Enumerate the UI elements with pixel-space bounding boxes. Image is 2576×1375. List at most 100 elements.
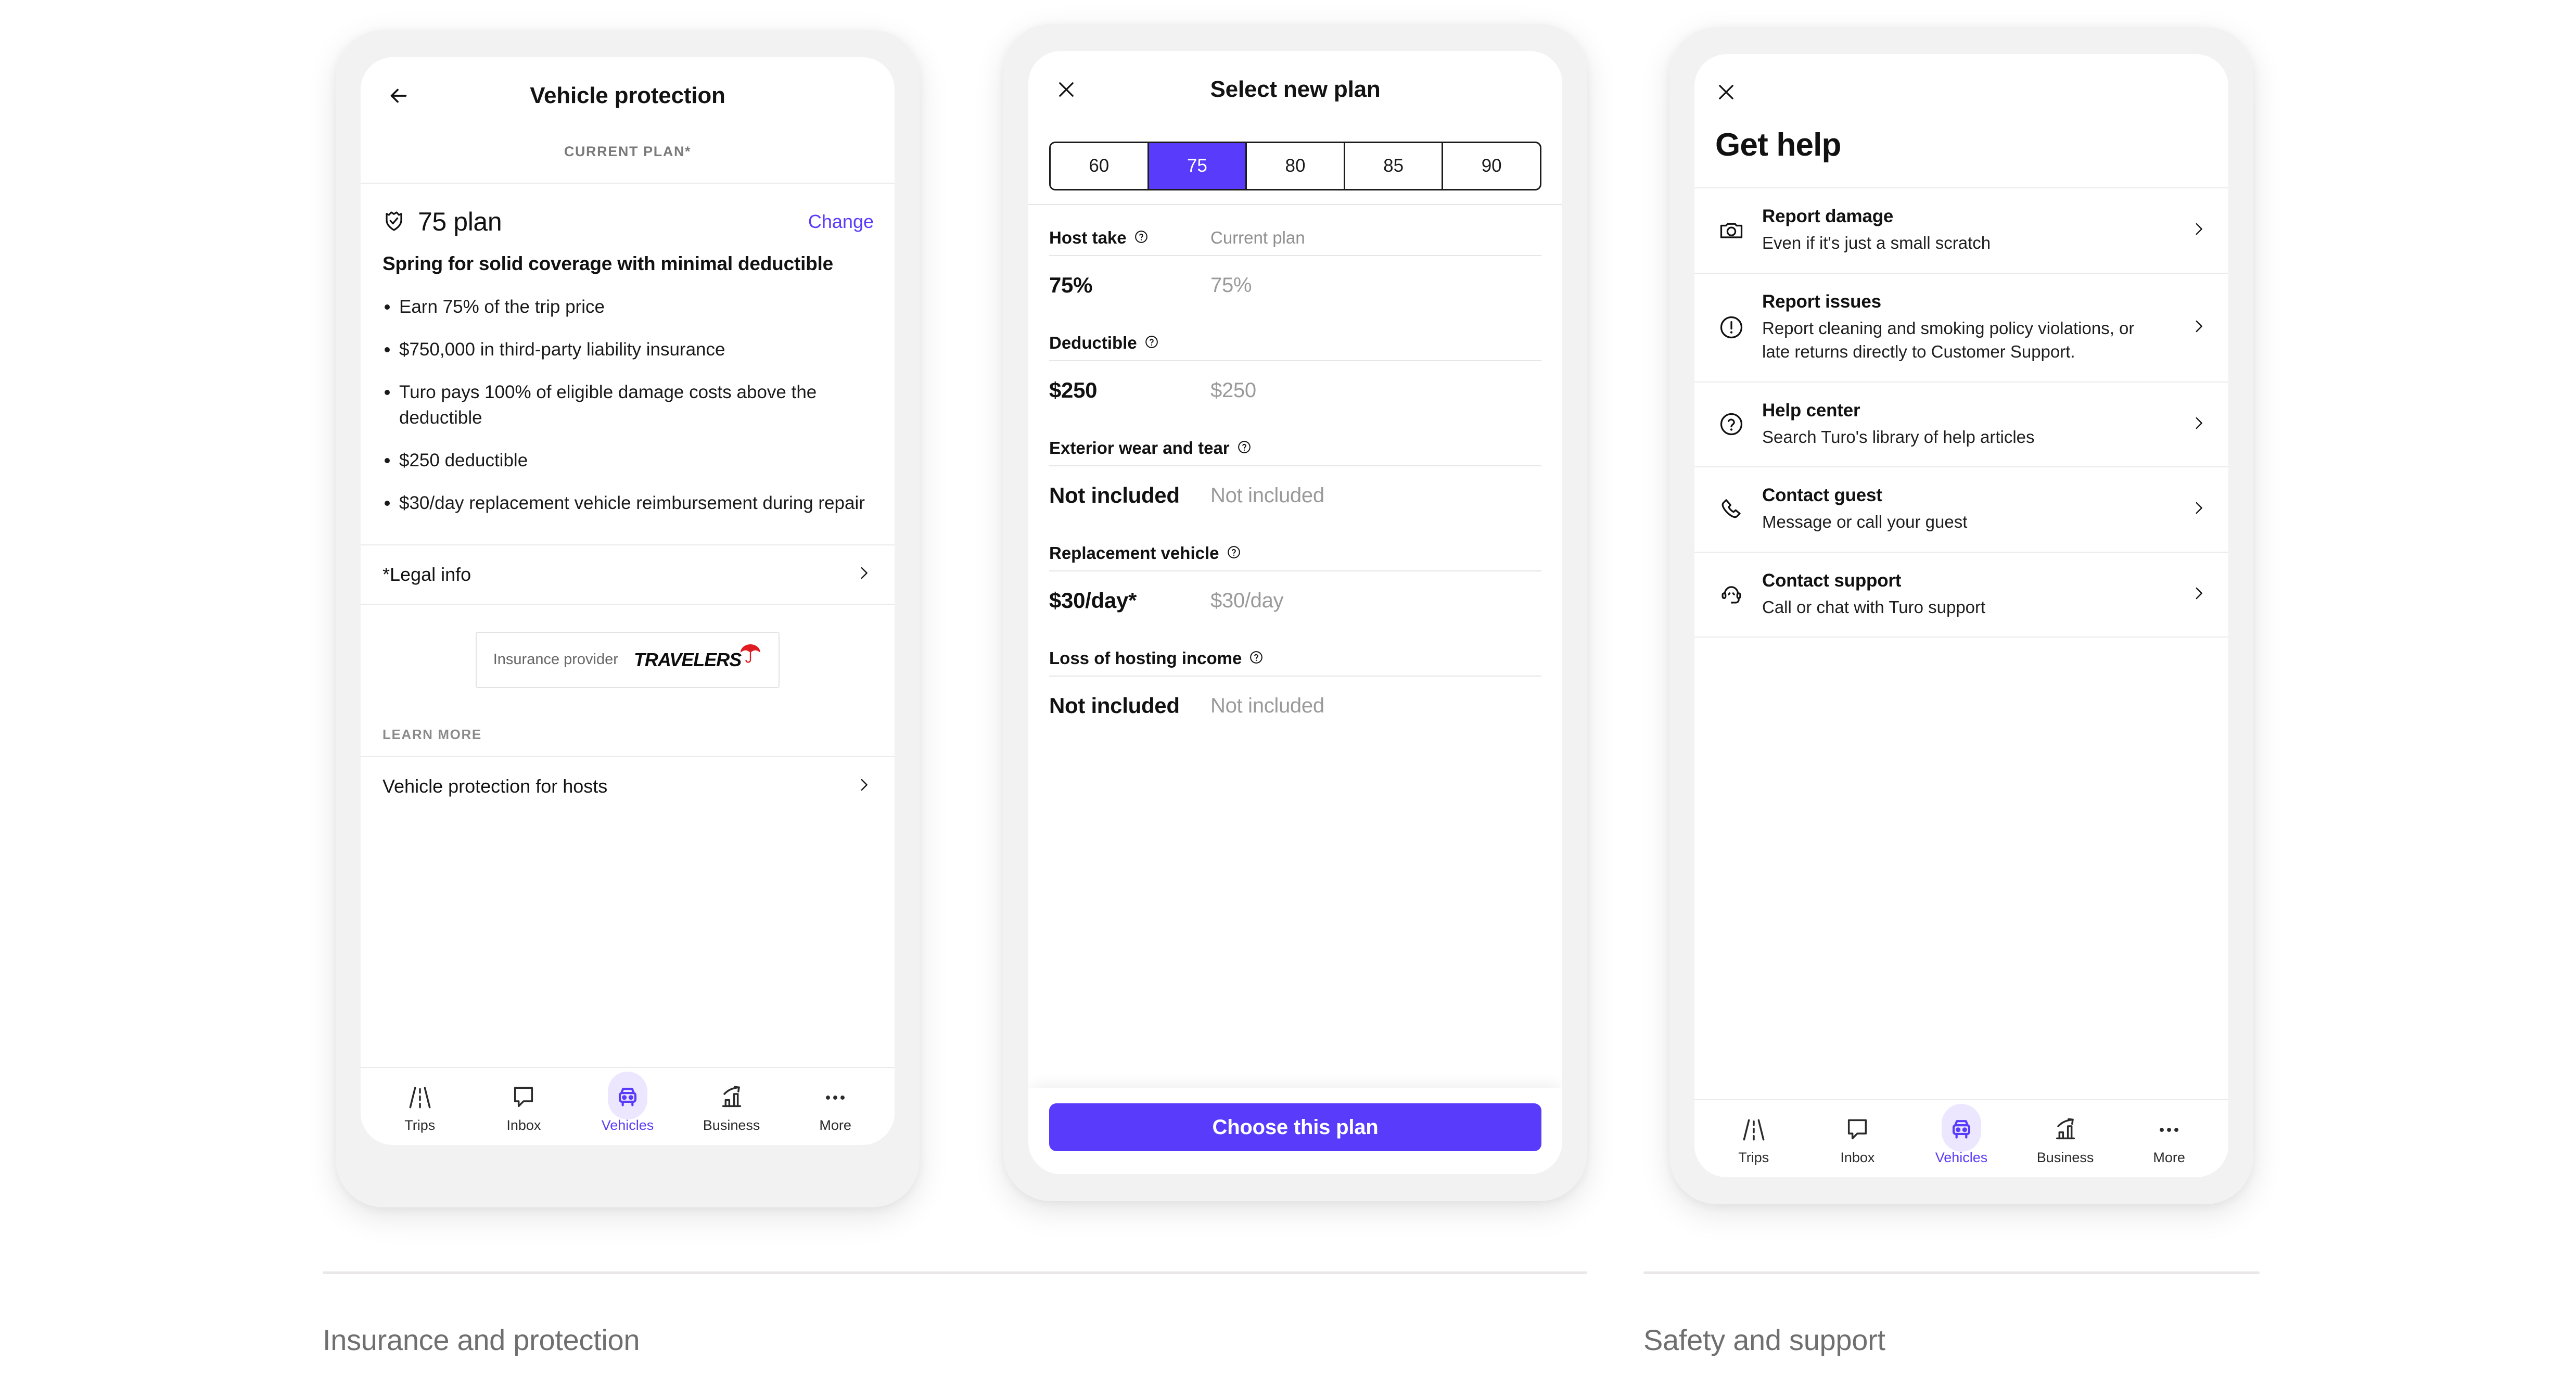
- row-label: Replacement vehicle: [1049, 543, 1219, 563]
- phone-icon: [1715, 496, 1748, 523]
- chevron-right-icon: [2190, 584, 2208, 605]
- caption-insurance-and-protection: Insurance and protection: [323, 1271, 1587, 1357]
- segment-option-60[interactable]: 60: [1051, 143, 1149, 189]
- legal-info-row[interactable]: *Legal info: [361, 545, 895, 604]
- help-options-list: Report damage Even if it's just a small …: [1694, 188, 2228, 1099]
- plan-name: 75 plan: [418, 207, 502, 236]
- caption-safety-and-support: Safety and support: [1643, 1271, 2260, 1357]
- close-x-icon[interactable]: [1051, 74, 1081, 105]
- tab-trips[interactable]: Trips: [1702, 1112, 1806, 1166]
- current-plan-value: 75%: [1210, 273, 1252, 297]
- phone-frame-get-help: Get help Report damage Even if it's just…: [1669, 27, 2253, 1204]
- help-item-contact-guest[interactable]: Contact guest Message or call your guest: [1694, 467, 2228, 553]
- segment-option-75[interactable]: 75: [1149, 143, 1247, 189]
- tab-inbox[interactable]: Inbox: [1806, 1112, 1910, 1166]
- plan-identity: 75 plan: [381, 207, 502, 237]
- tab-label: More: [819, 1117, 851, 1133]
- plan-comparison-list[interactable]: Host take Current plan 75% 75% Deductibl…: [1028, 205, 1562, 1088]
- ellipsis-icon: [2154, 1112, 2184, 1144]
- tab-label: Business: [703, 1117, 760, 1133]
- chat-bubble-icon: [1843, 1112, 1872, 1144]
- headset-agent-icon: [1715, 581, 1748, 608]
- chevron-right-icon: [2190, 220, 2208, 240]
- help-item-title: Contact guest: [1762, 485, 1882, 506]
- tab-label: Trips: [1738, 1149, 1769, 1165]
- bar-chart-arrow-icon: [717, 1080, 746, 1112]
- tab-label: Inbox: [506, 1117, 541, 1133]
- help-item-title: Contact support: [1762, 570, 1902, 591]
- help-item-subtitle: Report cleaning and smoking policy viola…: [1762, 318, 2135, 362]
- question-circle-icon[interactable]: [1227, 545, 1241, 562]
- chevron-right-icon: [855, 776, 873, 796]
- plan-tagline: Spring for solid coverage with minimal d…: [382, 253, 834, 274]
- change-plan-link[interactable]: Change: [808, 211, 874, 233]
- segment-option-90[interactable]: 90: [1443, 143, 1540, 189]
- tab-more[interactable]: More: [783, 1080, 887, 1134]
- vehicle-protection-for-hosts-row[interactable]: Vehicle protection for hosts: [361, 757, 895, 816]
- tab-vehicles[interactable]: Vehicles: [576, 1071, 680, 1134]
- choose-this-plan-button[interactable]: Choose this plan: [1049, 1103, 1541, 1151]
- tab-business[interactable]: Business: [2013, 1112, 2118, 1166]
- screenshot-canvas: Vehicle protection CURRENT PLAN* 75 plan: [0, 0, 2576, 1375]
- plan-benefits-list: Earn 75% of the trip price $750,000 in t…: [361, 277, 895, 534]
- help-item-subtitle: Message or call your guest: [1762, 512, 1968, 532]
- bottom-tab-bar: Trips Inbox Vehicles Business More: [1694, 1099, 2228, 1177]
- current-plan-value: Not included: [1210, 694, 1324, 717]
- new-plan-value: Not included: [1049, 693, 1180, 718]
- row-label: Host take: [1049, 228, 1127, 247]
- help-item-report-damage[interactable]: Report damage Even if it's just a small …: [1694, 188, 2228, 274]
- legal-info-label: *Legal info: [382, 563, 471, 585]
- question-circle-icon[interactable]: [1144, 335, 1159, 352]
- tab-more[interactable]: More: [2117, 1112, 2221, 1166]
- row-label: Loss of hosting income: [1049, 648, 1242, 668]
- tab-label: More: [2153, 1149, 2185, 1165]
- segment-option-85[interactable]: 85: [1345, 143, 1444, 189]
- current-plan-value: $30/day: [1210, 589, 1284, 612]
- page-title: Vehicle protection: [530, 83, 725, 108]
- phone-frame-vehicle-protection: Vehicle protection CURRENT PLAN* 75 plan: [336, 30, 920, 1207]
- comparison-row-deductible: Deductible $250 $250: [1049, 298, 1541, 403]
- question-circle-icon[interactable]: [1249, 650, 1264, 667]
- question-circle-icon[interactable]: [1134, 230, 1149, 247]
- question-circle-icon[interactable]: [1237, 440, 1252, 457]
- chat-bubble-icon: [509, 1080, 538, 1112]
- screen-select-new-plan: Select new plan 60 75 80 85 90 Host take: [1028, 51, 1562, 1174]
- umbrella-icon: [739, 643, 762, 664]
- help-item-subtitle: Call or chat with Turo support: [1762, 597, 1986, 617]
- bottom-tab-bar: Trips Inbox Vehicles Business More: [361, 1067, 895, 1145]
- shield-check-icon: [381, 208, 406, 236]
- insurance-provider-section: Insurance provider TRAVELERS: [361, 605, 895, 688]
- tab-label: Business: [2036, 1149, 2094, 1165]
- alert-circle-icon: [1715, 314, 1748, 341]
- ellipsis-icon: [821, 1080, 850, 1112]
- tab-label: Vehicles: [601, 1117, 654, 1133]
- current-plan-column-label: Current plan: [1210, 228, 1305, 247]
- tab-inbox[interactable]: Inbox: [472, 1080, 576, 1134]
- phone1-content: 75 plan Change Spring for solid coverage…: [361, 184, 895, 1067]
- tab-business[interactable]: Business: [680, 1080, 784, 1134]
- chevron-right-icon: [855, 564, 873, 584]
- help-item-subtitle: Search Turo's library of help articles: [1762, 427, 2035, 447]
- tab-vehicles[interactable]: Vehicles: [1909, 1103, 2013, 1166]
- current-plan-label: CURRENT PLAN*: [564, 144, 692, 159]
- tab-trips[interactable]: Trips: [368, 1080, 472, 1134]
- new-plan-value: $250: [1049, 378, 1098, 402]
- help-item-help-center[interactable]: Help center Search Turo's library of hel…: [1694, 383, 2228, 468]
- segment-option-80[interactable]: 80: [1247, 143, 1345, 189]
- phone1-header: Vehicle protection: [361, 57, 895, 134]
- plan-segmented-control[interactable]: 60 75 80 85 90: [1049, 142, 1541, 190]
- close-x-icon[interactable]: [1694, 54, 2228, 106]
- car-front-icon: [1941, 1103, 1981, 1152]
- comparison-row-replacement-vehicle: Replacement vehicle $30/day* $30/day: [1049, 508, 1541, 613]
- learn-more-label: LEARN MORE: [382, 726, 482, 742]
- help-item-contact-support[interactable]: Contact support Call or chat with Turo s…: [1694, 553, 2228, 638]
- help-item-report-issues[interactable]: Report issues Report cleaning and smokin…: [1694, 274, 2228, 383]
- tab-label: Trips: [404, 1117, 436, 1133]
- phone2-header: Select new plan: [1028, 51, 1562, 128]
- tab-label: Vehicles: [1935, 1149, 1988, 1165]
- phone3-header: Get help: [1694, 54, 2228, 187]
- car-front-icon: [607, 1071, 647, 1119]
- tab-label: Inbox: [1840, 1149, 1875, 1165]
- plan-header: 75 plan Change: [361, 184, 895, 237]
- back-arrow-icon[interactable]: [384, 81, 414, 111]
